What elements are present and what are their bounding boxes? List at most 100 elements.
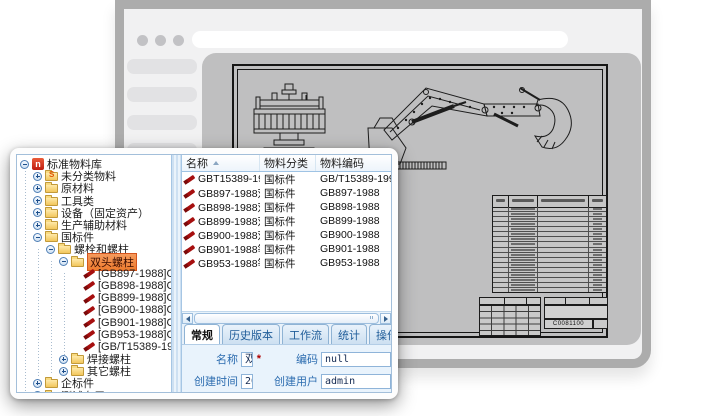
tab-general[interactable]: 常规 <box>184 324 220 344</box>
title-block: C0081100 <box>479 297 608 337</box>
detail-tabs: 常规 历史版本 工作流 统计 操作日志 <box>182 325 391 345</box>
part-icon <box>184 230 196 241</box>
part-icon <box>84 293 96 304</box>
material-tree: 标准物料库 未分类物料 原材料 工具类 设备（固定资产） <box>17 155 171 392</box>
part-icon <box>184 174 196 185</box>
tree-item[interactable]: [GB898-1988]GB898-1 <box>20 280 171 292</box>
table-row[interactable]: GB901-1988等... 国标件 GB901-1988 <box>182 242 391 256</box>
tree-item[interactable]: [GB899-1988]GB899-1 <box>20 292 171 304</box>
part-icon <box>84 268 96 279</box>
expand-icon[interactable] <box>59 355 68 364</box>
expand-icon[interactable] <box>33 208 42 217</box>
created-user-label: 创建用户 <box>266 373 318 389</box>
sidebar-placeholder <box>127 59 197 74</box>
column-header-name[interactable]: 名称 <box>182 155 260 171</box>
folder-unclassified-icon <box>45 172 58 181</box>
collapse-icon[interactable] <box>33 233 42 242</box>
expand-icon[interactable] <box>33 196 42 205</box>
collapse-icon[interactable] <box>46 245 55 254</box>
tree-item[interactable]: [GB901-1988]GB901-1 <box>20 316 171 328</box>
required-mark: * <box>257 353 261 365</box>
expand-icon[interactable] <box>59 367 68 376</box>
general-form: 名称 双头螺柱 * 编码 null 创建时间 2011-03-09 16:21:… <box>182 345 391 392</box>
table-row[interactable]: GB898-1988双... 国标件 GB898-1988 <box>182 200 391 214</box>
tree-item[interactable]: [GB897-1988]GB897-1 <box>20 268 171 280</box>
expand-icon[interactable] <box>33 172 42 181</box>
sidebar-placeholder <box>127 115 197 130</box>
table-row[interactable]: GB897-1988双... 国标件 GB897-1988 <box>182 186 391 200</box>
tree-item[interactable]: [GB900-1988]GB900-1 <box>20 304 171 316</box>
address-bar[interactable] <box>192 31 568 48</box>
part-icon <box>84 280 96 291</box>
title-block-cell <box>479 297 541 305</box>
title-block-cell <box>544 305 608 319</box>
title-block-cell <box>544 297 608 305</box>
part-icon <box>184 216 196 227</box>
column-header-code[interactable]: 物料编码 <box>316 155 391 171</box>
part-icon <box>184 188 196 199</box>
table-row[interactable]: GB900-1988双... 国标件 GB900-1988 <box>182 228 391 242</box>
window-control-dot <box>155 35 166 46</box>
title-block-cell <box>593 319 608 329</box>
window-controls <box>137 35 184 46</box>
tab-operation-log[interactable]: 操作日志 <box>369 324 392 344</box>
sort-asc-icon <box>213 161 219 165</box>
expand-icon[interactable] <box>33 379 42 388</box>
collapse-icon[interactable] <box>20 160 29 169</box>
tab-history[interactable]: 历史版本 <box>222 324 280 344</box>
drawing-number: C0081100 <box>544 319 593 329</box>
material-library-panel: 标准物料库 未分类物料 原材料 工具类 设备（固定资产） <box>10 148 398 399</box>
tree-item[interactable]: 原材料 <box>20 182 171 194</box>
tab-statistics[interactable]: 统计 <box>331 324 367 344</box>
folder-icon <box>45 197 58 206</box>
title-block-grid <box>479 305 541 336</box>
panel-splitter[interactable] <box>171 155 182 392</box>
part-icon <box>84 317 96 328</box>
window-control-dot <box>173 35 184 46</box>
part-icon <box>184 202 196 213</box>
library-icon <box>32 158 44 170</box>
tab-workflow[interactable]: 工作流 <box>282 324 329 344</box>
name-input[interactable]: 双头螺柱 <box>241 352 253 367</box>
created-user-input[interactable]: admin <box>321 374 391 389</box>
table-row[interactable]: GBT15389-199... 国标件 GB/T15389-1994 <box>182 172 391 186</box>
tree-item-selected[interactable]: 双头螺柱 <box>20 256 171 268</box>
tree-item[interactable]: 未分类物料 <box>20 170 171 182</box>
sidebar-placeholder <box>127 87 197 102</box>
folder-icon <box>58 245 71 254</box>
folder-icon <box>45 379 58 388</box>
expand-icon[interactable] <box>33 221 42 230</box>
folder-icon <box>71 258 84 267</box>
folder-icon <box>71 355 84 364</box>
folder-icon <box>45 209 58 218</box>
tree-item[interactable]: 生产辅助材料 <box>20 219 171 231</box>
tree-item[interactable]: 测试专用 <box>20 390 171 392</box>
name-label: 名称 <box>182 351 238 367</box>
part-icon <box>184 244 196 255</box>
expand-icon[interactable] <box>33 391 42 392</box>
bom-rows <box>493 207 606 292</box>
folder-icon <box>45 184 58 193</box>
table-row[interactable]: GB953-1988等... 国标件 GB953-1988 <box>182 256 391 270</box>
horizontal-scrollbar[interactable] <box>182 311 391 325</box>
material-table: GBT15389-199... 国标件 GB/T15389-1994 GB897… <box>182 172 391 270</box>
tree-item[interactable]: 其它螺柱 <box>20 365 171 377</box>
tree-item[interactable]: [GB953-1988]GB953-1 <box>20 329 171 341</box>
part-icon <box>84 329 96 340</box>
collapse-icon[interactable] <box>59 257 68 266</box>
window-control-dot <box>137 35 148 46</box>
scroll-left-button[interactable] <box>182 313 193 324</box>
created-time-input[interactable]: 2011-03-09 16:21:30 <box>241 374 253 389</box>
scrollbar-thumb[interactable] <box>194 313 379 324</box>
table-empty-area <box>182 270 391 311</box>
table-row[interactable]: GB899-1988双... 国标件 GB899-1988 <box>182 214 391 228</box>
part-icon <box>84 305 96 316</box>
bom-table <box>492 195 607 293</box>
scroll-right-button[interactable] <box>380 313 391 324</box>
expand-icon[interactable] <box>33 184 42 193</box>
right-arrow-icon <box>384 316 388 322</box>
part-icon <box>184 258 196 269</box>
code-input[interactable]: null <box>321 352 391 367</box>
folder-icon <box>45 233 58 242</box>
column-header-category[interactable]: 物料分类 <box>260 155 316 171</box>
